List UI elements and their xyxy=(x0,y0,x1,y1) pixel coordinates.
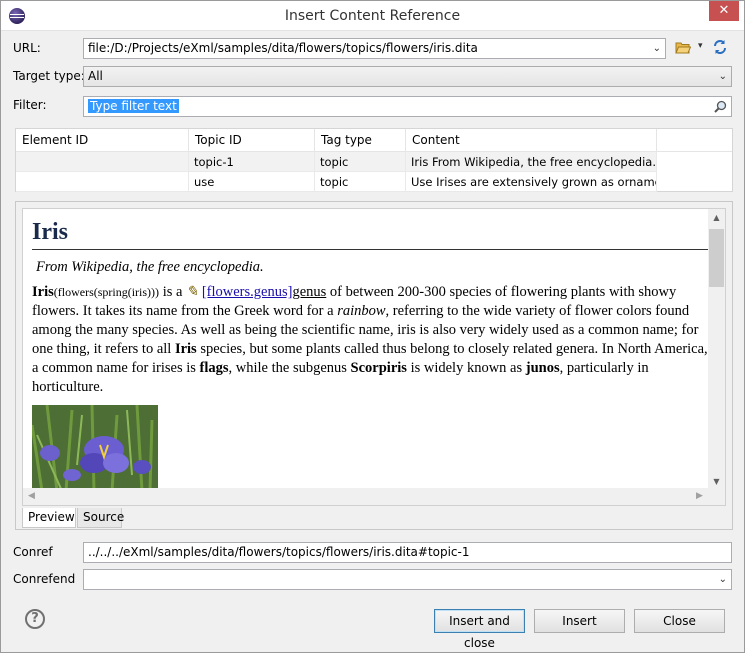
scrollbar-thumb[interactable] xyxy=(709,229,724,287)
table-row[interactable]: topic-1 topic Iris From Wikipedia, the f… xyxy=(16,152,732,172)
conrefend-combo[interactable]: ⌄ xyxy=(83,569,732,590)
tab-source[interactable]: Source xyxy=(77,508,124,528)
preview-paragraph: Iris(flowers(spring(iris))) is a ✎ [flow… xyxy=(32,284,708,395)
cell-content: Iris From Wikipedia, the free encycloped… xyxy=(406,152,657,172)
preview-viewport[interactable]: Iris From Wikipedia, the free encycloped… xyxy=(22,208,726,506)
cell-content: Use Irises are extensively grown as orna… xyxy=(406,172,657,192)
url-value: file:/D:/Projects/eXml/samples/dita/flow… xyxy=(88,41,478,55)
column-header-topic-id[interactable]: Topic ID xyxy=(189,129,315,152)
horizontal-scrollbar[interactable]: ◀ ▶ xyxy=(23,488,725,505)
dialog-title: Insert Content Reference xyxy=(284,8,461,24)
target-type-label: Target type: xyxy=(13,69,85,83)
target-type-value: All xyxy=(88,69,103,83)
filter-input[interactable]: Type filter text xyxy=(83,96,732,117)
cell-element-id xyxy=(16,152,189,172)
search-icon[interactable] xyxy=(714,100,727,113)
url-label: URL: xyxy=(13,41,41,55)
conref-value: ../../../eXml/samples/dita/flowers/topic… xyxy=(88,545,470,559)
column-header-filler xyxy=(657,129,732,152)
dialog-window: Insert Content Reference ✕ URL: file:/D:… xyxy=(0,0,745,653)
preview-panel: Iris From Wikipedia, the free encycloped… xyxy=(15,201,733,530)
preview-subtitle: From Wikipedia, the free encyclopedia. xyxy=(36,259,264,275)
results-table: Element ID Topic ID Tag type Content top… xyxy=(15,128,733,192)
cell-tag-type: topic xyxy=(315,152,406,172)
conrefend-label: Conrefend xyxy=(13,572,76,586)
cell-element-id xyxy=(16,172,189,192)
insert-and-close-button[interactable]: Insert and close xyxy=(434,609,525,650)
folder-menu-chevron-icon[interactable]: ▾ xyxy=(698,41,703,51)
target-type-select[interactable]: All ⌄ xyxy=(83,66,732,87)
scroll-right-icon[interactable]: ▶ xyxy=(691,488,708,505)
filter-label: Filter: xyxy=(13,98,47,112)
cell-topic-id: topic-1 xyxy=(189,152,315,172)
chevron-down-icon[interactable]: ⌄ xyxy=(719,570,727,589)
pencil-icon: ✎ xyxy=(186,284,199,300)
close-button[interactable]: Close xyxy=(634,609,725,633)
chevron-down-icon[interactable]: ⌄ xyxy=(653,39,661,58)
genus-link[interactable]: [flowers.genus] xyxy=(202,284,293,300)
cell-topic-id: use xyxy=(189,172,315,192)
preview-heading: Iris xyxy=(32,217,710,250)
tab-preview[interactable]: Preview xyxy=(22,508,76,528)
table-row[interactable]: use topic Use Irises are extensively gro… xyxy=(16,172,732,192)
scroll-up-icon[interactable]: ▲ xyxy=(708,209,725,226)
column-header-tag-type[interactable]: Tag type xyxy=(315,129,406,152)
insert-button[interactable]: Insert xyxy=(534,609,625,633)
column-header-element-id[interactable]: Element ID xyxy=(16,129,189,152)
reload-icon[interactable] xyxy=(712,39,728,55)
help-icon[interactable]: ? xyxy=(25,609,45,629)
preview-document: Iris From Wikipedia, the free encycloped… xyxy=(32,217,710,491)
title-bar: Insert Content Reference ✕ xyxy=(1,1,744,31)
scroll-left-icon[interactable]: ◀ xyxy=(23,488,40,505)
column-header-content[interactable]: Content xyxy=(406,129,657,152)
filter-text: Type filter text xyxy=(88,99,179,113)
folder-open-icon[interactable] xyxy=(675,41,692,54)
iris-flower-photo xyxy=(32,405,158,491)
genus-link-text[interactable]: genus xyxy=(292,284,326,300)
url-combo[interactable]: file:/D:/Projects/eXml/samples/dita/flow… xyxy=(83,38,666,59)
vertical-scrollbar[interactable]: ▲ ▼ xyxy=(708,209,725,490)
window-close-button[interactable]: ✕ xyxy=(709,1,739,21)
conref-label: Conref xyxy=(13,545,53,559)
chevron-down-icon: ⌄ xyxy=(718,71,727,82)
cell-tag-type: topic xyxy=(315,172,406,192)
conref-input[interactable]: ../../../eXml/samples/dita/flowers/topic… xyxy=(83,542,732,563)
